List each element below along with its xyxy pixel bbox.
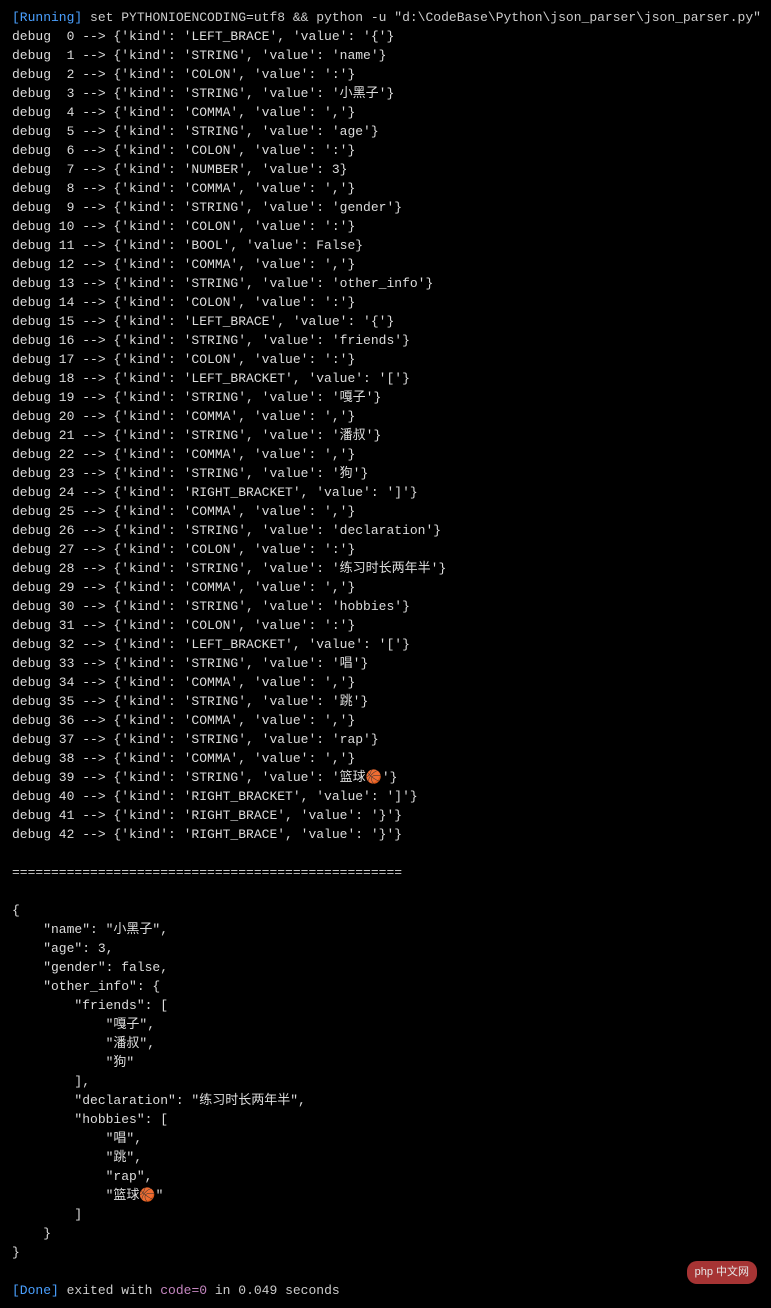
debug-line: debug 5 --> {'kind': 'STRING', 'value': … bbox=[12, 122, 759, 141]
debug-line: debug 29 --> {'kind': 'COMMA', 'value': … bbox=[12, 578, 759, 597]
json-line: "篮球🏀" bbox=[12, 1186, 759, 1205]
json-line: "唱", bbox=[12, 1129, 759, 1148]
debug-line: debug 42 --> {'kind': 'RIGHT_BRACE', 'va… bbox=[12, 825, 759, 844]
debug-line: debug 23 --> {'kind': 'STRING', 'value':… bbox=[12, 464, 759, 483]
exit-code-value: 0 bbox=[199, 1283, 207, 1298]
json-line: "gender": false, bbox=[12, 958, 759, 977]
debug-line: debug 39 --> {'kind': 'STRING', 'value':… bbox=[12, 768, 759, 787]
debug-line: debug 3 --> {'kind': 'STRING', 'value': … bbox=[12, 84, 759, 103]
debug-line: debug 6 --> {'kind': 'COLON', 'value': '… bbox=[12, 141, 759, 160]
json-line: ], bbox=[12, 1072, 759, 1091]
debug-line: debug 18 --> {'kind': 'LEFT_BRACKET', 'v… bbox=[12, 369, 759, 388]
json-line: "name": "小黑子", bbox=[12, 920, 759, 939]
debug-line: debug 34 --> {'kind': 'COMMA', 'value': … bbox=[12, 673, 759, 692]
debug-line: debug 10 --> {'kind': 'COLON', 'value': … bbox=[12, 217, 759, 236]
debug-line: debug 4 --> {'kind': 'COMMA', 'value': '… bbox=[12, 103, 759, 122]
done-suffix: in 0.049 seconds bbox=[207, 1283, 340, 1298]
debug-line: debug 28 --> {'kind': 'STRING', 'value':… bbox=[12, 559, 759, 578]
debug-output: debug 0 --> {'kind': 'LEFT_BRACE', 'valu… bbox=[12, 27, 759, 844]
json-line: "age": 3, bbox=[12, 939, 759, 958]
running-line: [Running] set PYTHONIOENCODING=utf8 && p… bbox=[12, 8, 759, 27]
exit-code-label: code= bbox=[160, 1283, 199, 1298]
json-line: "other_info": { bbox=[12, 977, 759, 996]
debug-line: debug 15 --> {'kind': 'LEFT_BRACE', 'val… bbox=[12, 312, 759, 331]
json-line: } bbox=[12, 1243, 759, 1262]
debug-line: debug 2 --> {'kind': 'COLON', 'value': '… bbox=[12, 65, 759, 84]
debug-line: debug 26 --> {'kind': 'STRING', 'value':… bbox=[12, 521, 759, 540]
debug-line: debug 17 --> {'kind': 'COLON', 'value': … bbox=[12, 350, 759, 369]
debug-line: debug 13 --> {'kind': 'STRING', 'value':… bbox=[12, 274, 759, 293]
done-label: [Done] bbox=[12, 1283, 59, 1298]
json-output: { "name": "小黑子", "age": 3, "gender": fal… bbox=[12, 901, 759, 1262]
json-line: "hobbies": [ bbox=[12, 1110, 759, 1129]
debug-line: debug 0 --> {'kind': 'LEFT_BRACE', 'valu… bbox=[12, 27, 759, 46]
debug-line: debug 20 --> {'kind': 'COMMA', 'value': … bbox=[12, 407, 759, 426]
debug-line: debug 11 --> {'kind': 'BOOL', 'value': F… bbox=[12, 236, 759, 255]
blank-line bbox=[12, 1262, 759, 1281]
debug-line: debug 21 --> {'kind': 'STRING', 'value':… bbox=[12, 426, 759, 445]
debug-line: debug 32 --> {'kind': 'LEFT_BRACKET', 'v… bbox=[12, 635, 759, 654]
running-label: [Running] bbox=[12, 10, 82, 25]
debug-line: debug 8 --> {'kind': 'COMMA', 'value': '… bbox=[12, 179, 759, 198]
debug-line: debug 40 --> {'kind': 'RIGHT_BRACKET', '… bbox=[12, 787, 759, 806]
json-line: { bbox=[12, 901, 759, 920]
json-line: "狗" bbox=[12, 1053, 759, 1072]
debug-line: debug 1 --> {'kind': 'STRING', 'value': … bbox=[12, 46, 759, 65]
debug-line: debug 12 --> {'kind': 'COMMA', 'value': … bbox=[12, 255, 759, 274]
debug-line: debug 30 --> {'kind': 'STRING', 'value':… bbox=[12, 597, 759, 616]
debug-line: debug 16 --> {'kind': 'STRING', 'value':… bbox=[12, 331, 759, 350]
debug-line: debug 27 --> {'kind': 'COLON', 'value': … bbox=[12, 540, 759, 559]
debug-line: debug 36 --> {'kind': 'COMMA', 'value': … bbox=[12, 711, 759, 730]
blank-line bbox=[12, 844, 759, 863]
debug-line: debug 35 --> {'kind': 'STRING', 'value':… bbox=[12, 692, 759, 711]
debug-line: debug 24 --> {'kind': 'RIGHT_BRACKET', '… bbox=[12, 483, 759, 502]
debug-line: debug 19 --> {'kind': 'STRING', 'value':… bbox=[12, 388, 759, 407]
debug-line: debug 37 --> {'kind': 'STRING', 'value':… bbox=[12, 730, 759, 749]
terminal-output: [Running] set PYTHONIOENCODING=utf8 && p… bbox=[12, 8, 759, 1300]
debug-line: debug 33 --> {'kind': 'STRING', 'value':… bbox=[12, 654, 759, 673]
debug-line: debug 31 --> {'kind': 'COLON', 'value': … bbox=[12, 616, 759, 635]
json-line: "潘叔", bbox=[12, 1034, 759, 1053]
debug-line: debug 25 --> {'kind': 'COMMA', 'value': … bbox=[12, 502, 759, 521]
json-line: ] bbox=[12, 1205, 759, 1224]
running-command: set PYTHONIOENCODING=utf8 && python -u "… bbox=[90, 10, 761, 25]
done-prefix: exited with bbox=[59, 1283, 160, 1298]
json-line: "嘎子", bbox=[12, 1015, 759, 1034]
json-line: } bbox=[12, 1224, 759, 1243]
debug-line: debug 14 --> {'kind': 'COLON', 'value': … bbox=[12, 293, 759, 312]
debug-line: debug 7 --> {'kind': 'NUMBER', 'value': … bbox=[12, 160, 759, 179]
blank-line bbox=[12, 882, 759, 901]
watermark-badge: php 中文网 bbox=[687, 1261, 757, 1284]
json-line: "跳", bbox=[12, 1148, 759, 1167]
done-line: [Done] exited with code=0 in 0.049 secon… bbox=[12, 1281, 759, 1300]
separator-line: ========================================… bbox=[12, 863, 759, 882]
debug-line: debug 38 --> {'kind': 'COMMA', 'value': … bbox=[12, 749, 759, 768]
json-line: "friends": [ bbox=[12, 996, 759, 1015]
debug-line: debug 22 --> {'kind': 'COMMA', 'value': … bbox=[12, 445, 759, 464]
json-line: "declaration": "练习时长两年半", bbox=[12, 1091, 759, 1110]
debug-line: debug 41 --> {'kind': 'RIGHT_BRACE', 'va… bbox=[12, 806, 759, 825]
debug-line: debug 9 --> {'kind': 'STRING', 'value': … bbox=[12, 198, 759, 217]
json-line: "rap", bbox=[12, 1167, 759, 1186]
